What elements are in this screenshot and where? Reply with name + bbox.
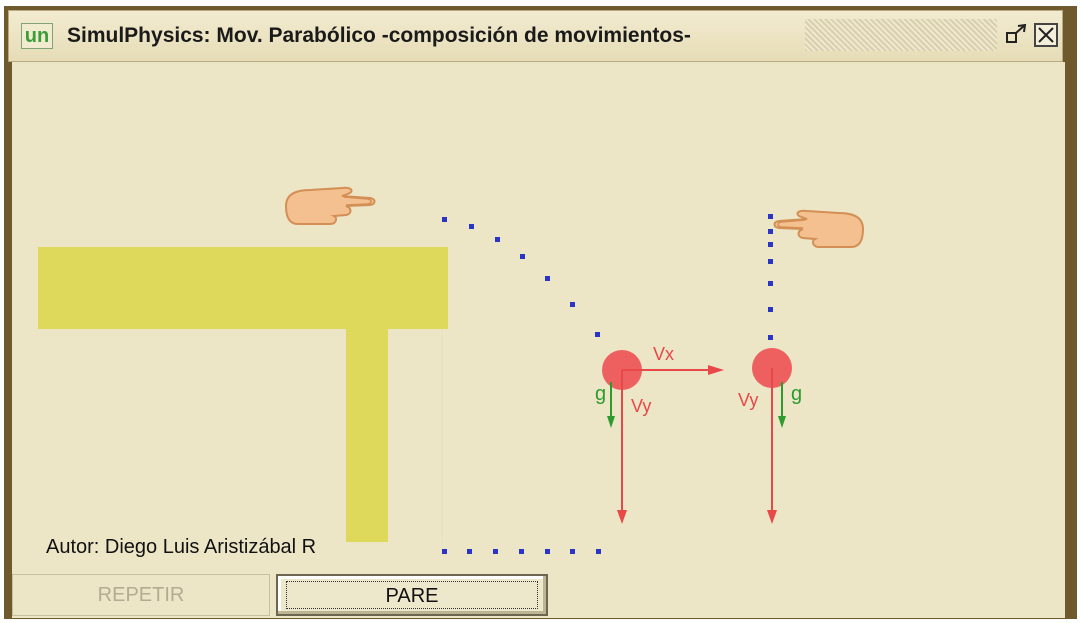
repeat-button[interactable]: REPETIR	[12, 574, 270, 616]
pointing-hand-icon	[773, 209, 865, 248]
parabolic-trail	[442, 217, 600, 337]
title-bar[interactable]: un SimulPhysics: Mov. Parabólico -compos…	[8, 10, 1063, 62]
table-top	[38, 247, 448, 329]
stop-button[interactable]: PARE	[276, 574, 548, 616]
title-drag-area[interactable]	[805, 19, 997, 51]
table-leg	[346, 329, 388, 542]
app-logo-icon: un	[21, 23, 53, 49]
simulation-panel: Vx g Vy Vy g Autor: Diego Luis Aristizáb…	[12, 62, 1065, 596]
author-label: Autor: Diego Luis Aristizábal R	[46, 536, 317, 558]
vx-label: Vx	[653, 344, 674, 364]
g-label-left: g	[595, 383, 606, 405]
vy-label-right: Vy	[738, 390, 758, 410]
simulation-canvas[interactable]: Vx g Vy Vy g	[12, 62, 1065, 596]
vertical-trail	[768, 214, 773, 340]
restore-icon[interactable]	[1005, 23, 1029, 47]
control-bar: REPETIR PARE	[12, 574, 1065, 618]
close-icon[interactable]	[1034, 23, 1058, 47]
pointing-hand-icon	[284, 186, 376, 225]
window-title: SimulPhysics: Mov. Parabólico -composici…	[67, 24, 691, 47]
g-label-right: g	[791, 383, 802, 405]
horizontal-trail	[442, 549, 601, 554]
focus-outline	[286, 581, 538, 609]
vy-label-left: Vy	[631, 396, 651, 416]
